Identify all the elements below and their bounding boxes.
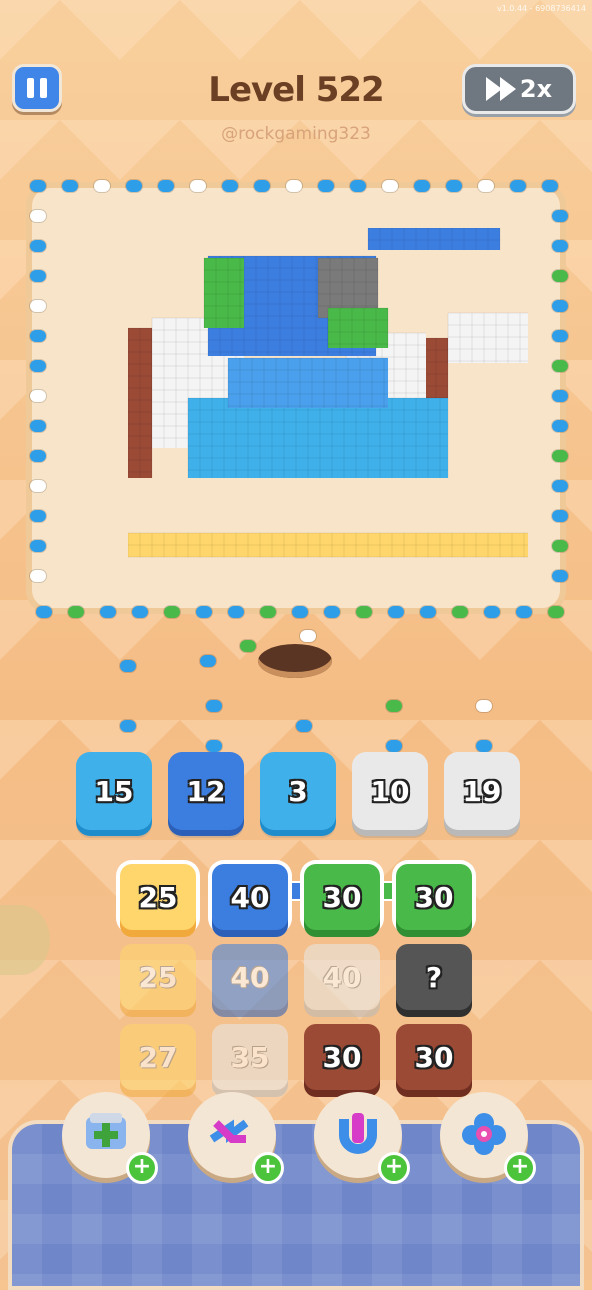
- booster-button[interactable]: +: [314, 1092, 410, 1184]
- queue-tile[interactable]: 3: [260, 752, 336, 830]
- grid-tile[interactable]: 30: [396, 1024, 472, 1090]
- flower-icon: [458, 1109, 510, 1161]
- grid-tile[interactable]: 40: [304, 944, 380, 1010]
- grid-tile[interactable]: 30: [304, 1024, 380, 1090]
- fast-forward-icon: [485, 77, 516, 101]
- add-booster-badge[interactable]: +: [126, 1152, 158, 1184]
- grid-tile[interactable]: 25: [120, 864, 196, 930]
- queue-tile[interactable]: 19: [444, 752, 520, 830]
- grid-tile[interactable]: 30: [304, 864, 380, 930]
- speed-label: 2x: [519, 75, 553, 103]
- tile-grid: 25 40 30 30 25 40 40? 27 35 30 30: [120, 864, 472, 1090]
- add-slot-icon: [80, 1109, 132, 1161]
- pixel-picture: [128, 228, 528, 558]
- add-booster-badge[interactable]: +: [252, 1152, 284, 1184]
- grid-tile[interactable]: 30: [396, 864, 472, 930]
- queue-tile[interactable]: 12: [168, 752, 244, 830]
- grid-tile[interactable]: 27: [120, 1024, 196, 1090]
- grid-tile[interactable]: 40: [212, 944, 288, 1010]
- grid-tile[interactable]: 25: [120, 944, 196, 1010]
- color-queue: 15 12 3 10 19: [76, 752, 520, 830]
- green-land: [328, 308, 388, 348]
- shuffle-arrows-icon: [206, 1109, 258, 1161]
- mystery-tile[interactable]: ?: [396, 944, 472, 1010]
- grid-tile[interactable]: 40: [212, 864, 288, 930]
- blue-pipe: [368, 228, 500, 250]
- queue-tile[interactable]: 15: [76, 752, 152, 830]
- booster-button[interactable]: +: [188, 1092, 284, 1184]
- speed-button[interactable]: 2x: [462, 64, 576, 114]
- add-booster-badge[interactable]: +: [504, 1152, 536, 1184]
- booster-button[interactable]: +: [440, 1092, 536, 1184]
- booster-bar: + + + +: [62, 1092, 536, 1184]
- booster-button[interactable]: +: [62, 1092, 158, 1184]
- magnet-icon: [332, 1109, 384, 1161]
- queue-tile[interactable]: 10: [352, 752, 428, 830]
- grid-tile[interactable]: 35: [212, 1024, 288, 1090]
- ant-hole: [258, 644, 332, 678]
- add-booster-badge[interactable]: +: [378, 1152, 410, 1184]
- version-label: v1.0.44 - 6908736414: [496, 4, 586, 13]
- channel-handle: @rockgaming323: [221, 124, 371, 144]
